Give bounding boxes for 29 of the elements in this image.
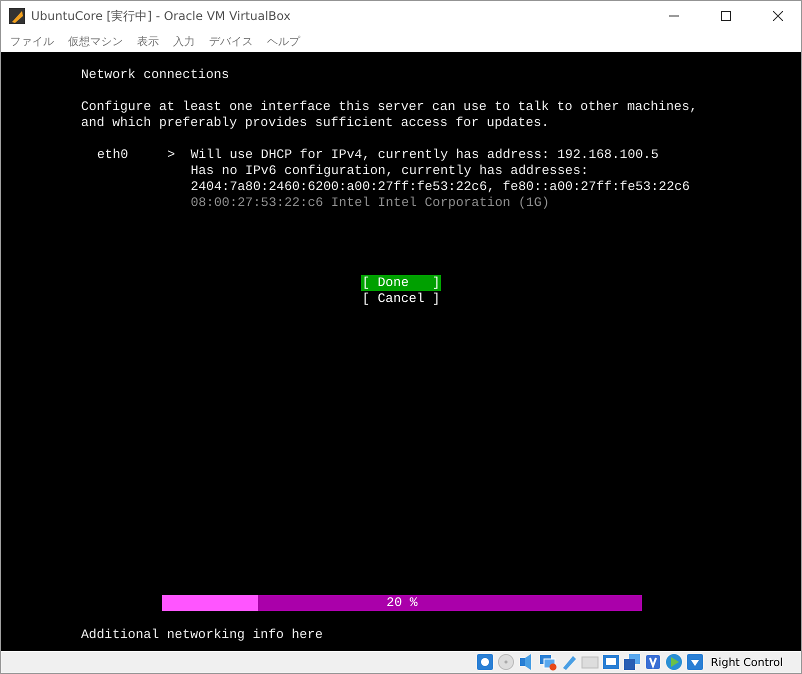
window-title: UbuntuCore [実行中] - Oracle VM VirtualBox [31, 8, 292, 24]
expand-arrow[interactable]: > [167, 147, 191, 163]
interface-info: Will use DHCP for IPv4, currently has address: 192.168.100.5 [190, 147, 660, 163]
console-button[interactable]: [ Done ] [360, 275, 441, 291]
interface-name[interactable]: eth0 [81, 147, 168, 163]
interface-info: 2404:7a80:2460:6200:a00:27ff:fe53:22c6, fe80::a00:27ff:fe53:22c6 [190, 179, 690, 195]
console-button[interactable]: [ Cancel ] [360, 291, 441, 307]
maximize-icon [721, 11, 731, 21]
interface-info: 08:00:27:53:22:c6 Intel Intel Corporation (1G) [190, 195, 550, 211]
menu-item[interactable]: ヘルプ [262, 34, 305, 49]
host-key-label: Right Control [710, 656, 783, 668]
interface-info: Has no IPv6 configuration, currently has addresses: [190, 163, 590, 179]
footer-text: Additional networking info here [81, 627, 323, 643]
menu-item[interactable]: 表示 [132, 34, 164, 49]
menu-item[interactable]: 入力 [168, 34, 200, 49]
menu-item[interactable]: デバイス [204, 34, 258, 49]
description-text: Configure at least one interface this server can use to talk to other machines, [81, 99, 698, 115]
close-icon [773, 11, 783, 21]
menu-item[interactable]: ファイル [5, 34, 59, 49]
chip-icon[interactable] [644, 653, 662, 671]
screen-heading: Network connections [81, 67, 230, 83]
download-icon[interactable] [686, 653, 704, 671]
windows-icon[interactable] [622, 653, 641, 671]
menu-item[interactable]: 仮想マシン [63, 34, 128, 49]
progress-reading: 20 % [385, 595, 419, 611]
app-logo-icon [9, 8, 25, 24]
network-icon[interactable] [538, 653, 557, 671]
description-text: and which preferably provides sufficient access for updates. [81, 115, 550, 131]
display-icon[interactable] [602, 653, 620, 671]
